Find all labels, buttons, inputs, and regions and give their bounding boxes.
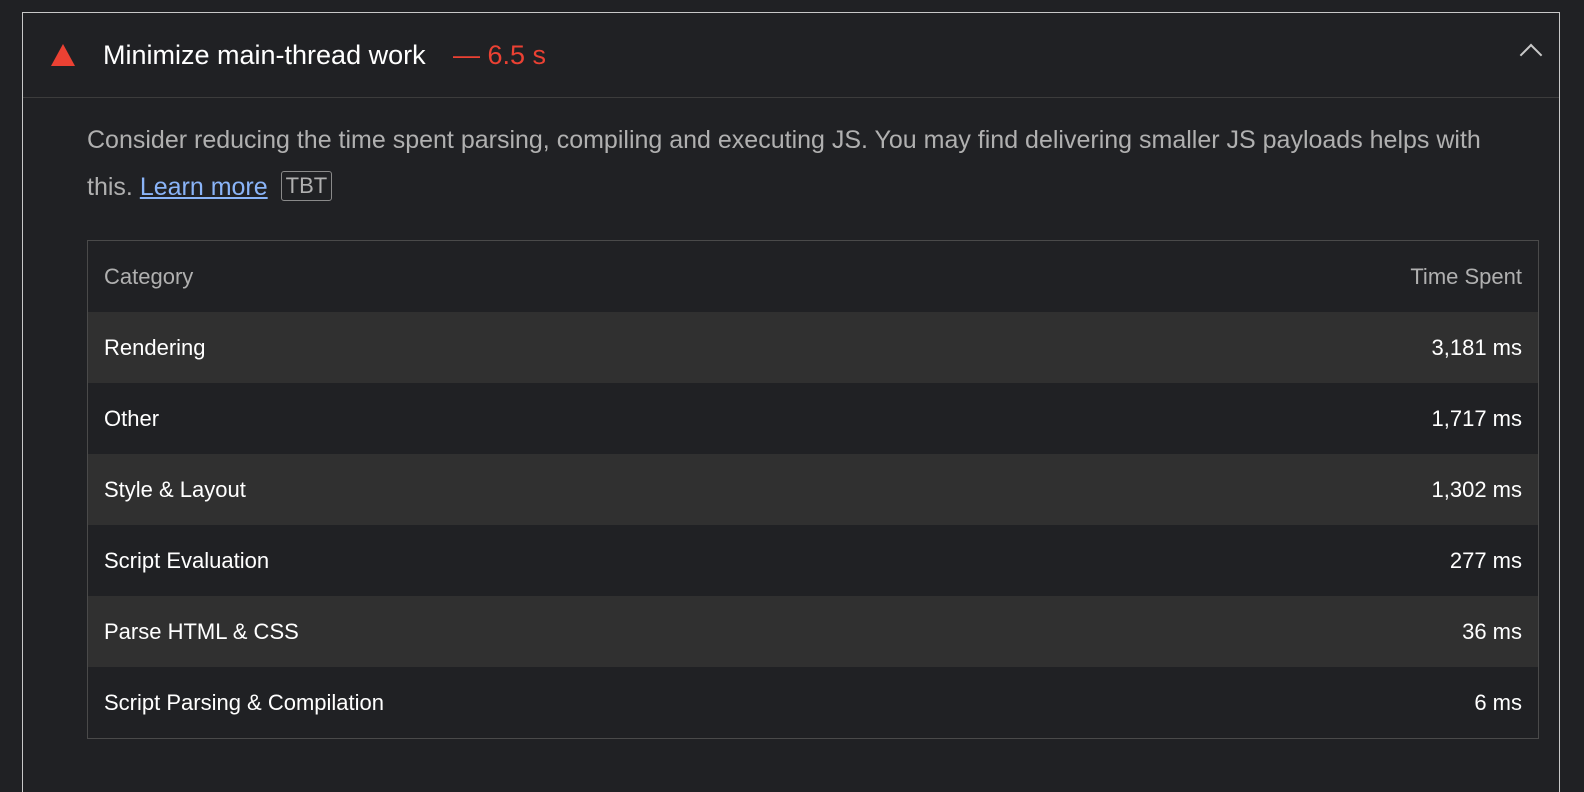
learn-more-link[interactable]: Learn more [140, 173, 268, 201]
table-row: Script Parsing & Compilation 6 ms [88, 667, 1538, 738]
row-category: Rendering [104, 334, 206, 360]
audit-description: Consider reducing the time spent parsing… [87, 117, 1527, 211]
audit-panel: Minimize main-thread work — 6.5 s Consid… [22, 12, 1560, 792]
column-header-category: Category [104, 263, 194, 289]
audit-header[interactable]: Minimize main-thread work — 6.5 s [23, 13, 1559, 98]
table-row: Other 1,717 ms [88, 383, 1538, 454]
row-category: Style & Layout [104, 476, 246, 502]
table-row: Script Evaluation 277 ms [88, 525, 1538, 596]
chevron-up-icon[interactable] [1519, 43, 1543, 67]
metric-tag: TBT [280, 171, 333, 201]
audit-display-value: — 6.5 s [453, 40, 547, 70]
row-category: Script Evaluation [104, 547, 270, 573]
row-time: 3,181 ms [1431, 334, 1523, 360]
row-category: Other [104, 405, 160, 431]
column-header-time: Time Spent [1410, 263, 1522, 289]
fail-triangle-icon [51, 44, 75, 66]
row-time: 36 ms [1462, 618, 1522, 644]
row-time: 277 ms [1449, 547, 1522, 573]
row-time: 1,717 ms [1431, 405, 1523, 431]
table-row: Rendering 3,181 ms [88, 312, 1538, 383]
row-category: Script Parsing & Compilation [104, 689, 385, 715]
row-category: Parse HTML & CSS [104, 618, 299, 644]
row-time: 6 ms [1474, 689, 1522, 715]
audit-title: Minimize main-thread work [103, 40, 426, 70]
details-table: Category Time Spent Rendering 3,181 ms O… [87, 240, 1539, 739]
row-time: 1,302 ms [1431, 476, 1523, 502]
table-header-row: Category Time Spent [88, 241, 1538, 312]
table-row: Style & Layout 1,302 ms [88, 454, 1538, 525]
table-row: Parse HTML & CSS 36 ms [88, 596, 1538, 667]
